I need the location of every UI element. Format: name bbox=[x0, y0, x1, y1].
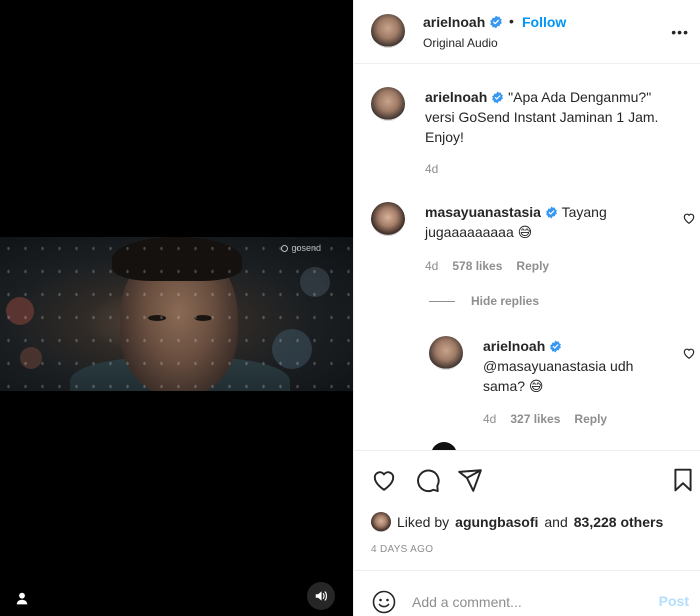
gosend-logo-icon bbox=[281, 244, 289, 252]
audio-source-link[interactable]: Original Audio bbox=[423, 36, 498, 50]
comment-composer: Post bbox=[354, 570, 700, 616]
heart-icon[interactable] bbox=[371, 467, 397, 493]
emoji-icon[interactable] bbox=[372, 590, 396, 614]
video-player[interactable]: gosend bbox=[0, 0, 353, 616]
author-username-text[interactable]: arielnoah bbox=[423, 14, 485, 30]
liked-by: Liked by agungbasofi and 83,228 others bbox=[371, 512, 663, 532]
author-username[interactable]: arielnoah bbox=[423, 14, 503, 30]
comment-meta: 4d 578 likes Reply bbox=[425, 259, 549, 273]
follow-button[interactable]: Follow bbox=[522, 14, 566, 30]
action-bar bbox=[354, 450, 700, 500]
rain-overlay bbox=[0, 237, 353, 391]
separator-dot: • bbox=[509, 13, 514, 29]
reply-time[interactable]: 4d bbox=[483, 412, 496, 426]
verified-badge-icon bbox=[550, 340, 562, 353]
comment-likes[interactable]: 578 likes bbox=[452, 259, 502, 273]
bookmark-icon[interactable] bbox=[670, 467, 696, 493]
next-comment-avatar[interactable] bbox=[431, 442, 457, 450]
comment-reply-button[interactable]: Reply bbox=[516, 259, 549, 273]
liked-by-conj: and bbox=[544, 514, 568, 530]
user-icon bbox=[16, 592, 28, 605]
verified-badge-icon bbox=[546, 206, 557, 219]
verified-badge-icon bbox=[490, 15, 503, 29]
commenter-avatar[interactable] bbox=[371, 202, 405, 236]
comment-input[interactable] bbox=[412, 591, 642, 613]
reply-meta: 4d 327 likes Reply bbox=[483, 412, 607, 426]
comments-list[interactable]: arielnoah "Apa Ada Denganmu?" versi GoSe… bbox=[354, 65, 700, 450]
comment-username[interactable]: masayuanastasia bbox=[425, 204, 541, 220]
share-icon[interactable] bbox=[457, 467, 483, 493]
liked-by-others[interactable]: 83,228 others bbox=[574, 514, 664, 530]
caption-meta: 4d bbox=[425, 162, 438, 176]
user-tag-button[interactable] bbox=[12, 588, 32, 608]
hide-replies-button[interactable]: Hide replies bbox=[429, 294, 539, 308]
gosend-watermark: gosend bbox=[281, 243, 321, 253]
post-button[interactable]: Post bbox=[659, 593, 689, 609]
liked-by-user[interactable]: agungbasofi bbox=[455, 514, 538, 530]
comment-text: masayuanastasia Tayang jugaaaaaaaaa 😅 bbox=[425, 202, 665, 242]
liked-by-prefix: Liked by bbox=[397, 514, 450, 530]
post-date[interactable]: 4 DAYS AGO bbox=[371, 544, 433, 555]
watermark-text: gosend bbox=[291, 243, 321, 253]
post-panel: arielnoah • Follow Original Audio ••• ar… bbox=[353, 0, 700, 616]
caption-time[interactable]: 4d bbox=[425, 162, 438, 176]
post-header: arielnoah • Follow Original Audio ••• bbox=[354, 0, 700, 64]
sound-toggle-button[interactable] bbox=[307, 582, 335, 610]
verified-badge-icon bbox=[492, 91, 504, 104]
author-avatar[interactable] bbox=[371, 14, 405, 48]
hide-replies-line bbox=[429, 300, 455, 302]
reply-likes[interactable]: 327 likes bbox=[510, 412, 560, 426]
caption-author-avatar[interactable] bbox=[371, 87, 405, 121]
like-comment-heart-icon[interactable] bbox=[682, 211, 696, 225]
speaker-icon bbox=[315, 591, 327, 601]
more-options-icon[interactable]: ••• bbox=[671, 24, 689, 40]
caption-text: arielnoah "Apa Ada Denganmu?" versi GoSe… bbox=[425, 87, 675, 147]
like-reply-heart-icon[interactable] bbox=[682, 346, 696, 360]
reply-body: @masayuanastasia udh sama? 😅 bbox=[483, 358, 634, 394]
liker-avatar[interactable] bbox=[371, 512, 391, 532]
comment-icon[interactable] bbox=[415, 467, 441, 493]
comment-time[interactable]: 4d bbox=[425, 259, 438, 273]
video-frame[interactable]: gosend bbox=[0, 237, 353, 391]
hide-replies-label[interactable]: Hide replies bbox=[471, 294, 539, 308]
reply-reply-button[interactable]: Reply bbox=[574, 412, 607, 426]
reply-author-avatar[interactable] bbox=[429, 336, 463, 370]
caption-username[interactable]: arielnoah bbox=[425, 89, 487, 105]
reply-text: arielnoah @masayuanastasia udh sama? 😅 bbox=[483, 336, 673, 396]
reply-username[interactable]: arielnoah bbox=[483, 338, 545, 354]
